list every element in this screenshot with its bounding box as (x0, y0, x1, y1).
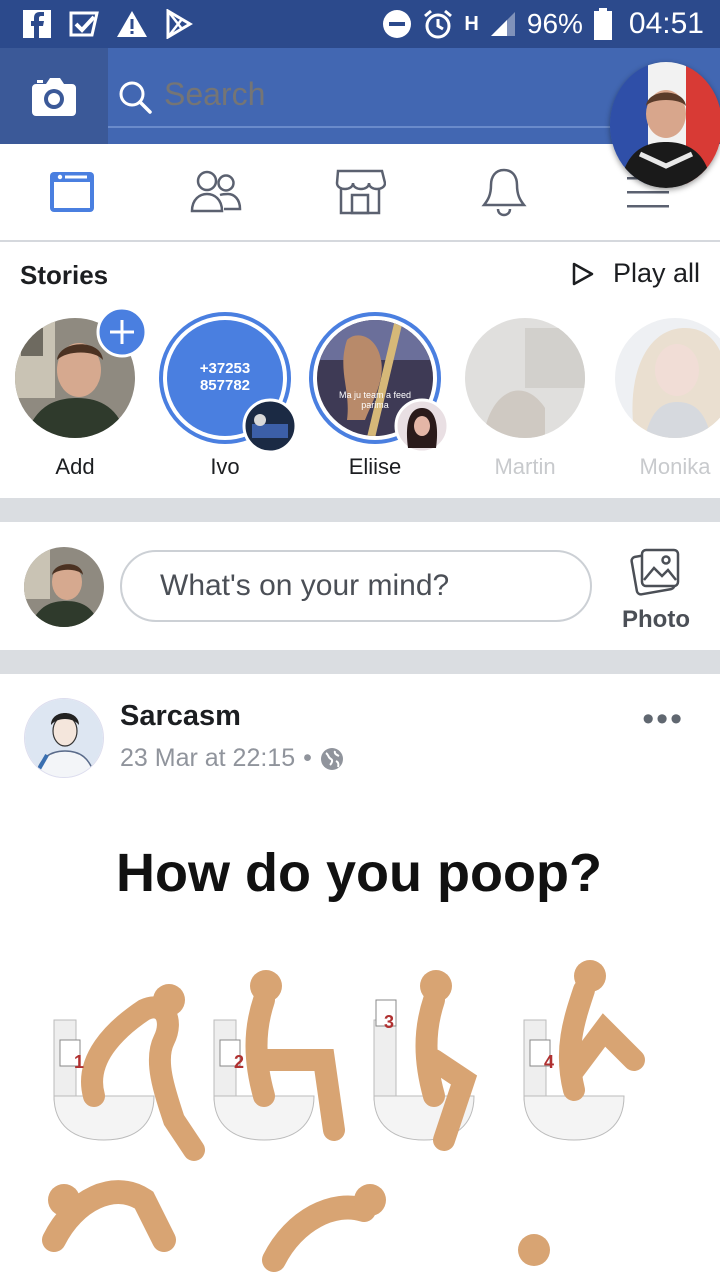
section-divider (0, 498, 720, 522)
search-icon (119, 81, 152, 114)
status-bar: H 96% 04:51 (0, 0, 720, 48)
photo-icon (630, 548, 680, 596)
search-input[interactable] (164, 76, 604, 113)
tab-friends[interactable] (144, 144, 288, 240)
chat-head-avatar[interactable] (610, 62, 720, 188)
do-not-disturb-icon (383, 10, 412, 38)
play-icon (572, 262, 594, 285)
chat-head-photo (610, 62, 720, 188)
camera-button[interactable] (0, 48, 108, 144)
post-author[interactable]: Sarcasm (120, 700, 241, 733)
story-martin[interactable]: Martin (460, 316, 590, 486)
facebook-icon (23, 10, 51, 38)
add-story-icon[interactable] (96, 306, 148, 358)
play-all-label: Play all (612, 258, 700, 288)
story-monika[interactable]: Monika (610, 316, 720, 486)
bell-icon (481, 168, 527, 217)
feed-post: Sarcasm 23 Mar at 22:15 • ••• How do you… (0, 674, 720, 1280)
clock: 04:51 (628, 7, 704, 40)
alarm-icon (424, 9, 453, 39)
story-author-avatar (242, 398, 298, 454)
story-martin-thumb (465, 318, 585, 438)
meta-separator: • (303, 744, 312, 772)
meme-illustration (42, 960, 645, 1272)
post-author-avatar[interactable] (24, 698, 104, 778)
globe-icon (320, 747, 343, 770)
tab-news-feed[interactable] (0, 144, 144, 240)
check-icon (69, 11, 99, 37)
warning-icon (117, 11, 147, 37)
section-divider (0, 650, 720, 674)
play-store-icon (166, 9, 193, 39)
tab-notifications[interactable] (432, 144, 576, 240)
story-name: Eliise (348, 454, 402, 479)
story-add[interactable]: Add (10, 306, 148, 486)
post-options-button[interactable]: ••• (642, 700, 684, 739)
stories-title: Stories (20, 260, 109, 290)
marketplace-icon (335, 169, 386, 215)
photo-button[interactable]: Photo (610, 546, 702, 642)
story-name: Add (55, 454, 95, 479)
story-text-line: +37253 (199, 360, 251, 377)
story-name: Martin (494, 454, 556, 479)
story-text-card: +37253 857782 (170, 360, 280, 394)
post-image[interactable]: How do you poop? 1 2 3 4 (14, 824, 720, 1280)
post-meta: 23 Mar at 22:15 • (120, 744, 344, 773)
nav-bar (0, 144, 720, 242)
battery-percent: 96% (526, 8, 583, 39)
post-composer: What's on your mind? Photo (0, 522, 720, 650)
signal-icon (490, 12, 515, 36)
meme-number: 3 (383, 1012, 394, 1032)
meme-number: 1 (73, 1052, 84, 1072)
story-ivo[interactable]: +37253 857782 Ivo (159, 312, 298, 486)
meme-number: 4 (543, 1052, 554, 1072)
meme-title: How do you poop? (116, 843, 602, 903)
story-author-avatar (394, 398, 450, 454)
network-type: H (464, 12, 479, 35)
camera-icon (32, 78, 76, 116)
story-eliise[interactable]: Ma ju team a feed parima Eliise (309, 312, 450, 486)
battery-icon (593, 8, 612, 40)
story-name: Monika (639, 454, 711, 479)
stories-section: Stories Play all Add +37253 857782 Ivo M… (0, 242, 720, 498)
story-monika-thumb (615, 318, 720, 438)
photo-label: Photo (622, 606, 690, 633)
user-avatar[interactable] (24, 547, 104, 627)
post-timestamp[interactable]: 23 Mar at 22:15 (120, 744, 295, 773)
meme-number: 2 (233, 1052, 244, 1072)
story-name: Ivo (210, 454, 240, 479)
newsfeed-icon (50, 172, 94, 212)
play-all-button[interactable]: Play all (571, 258, 700, 289)
whats-on-your-mind-input[interactable]: What's on your mind? (120, 550, 592, 622)
tab-marketplace[interactable] (288, 144, 432, 240)
story-text-line: 857782 (199, 377, 251, 394)
friends-icon (190, 170, 242, 213)
